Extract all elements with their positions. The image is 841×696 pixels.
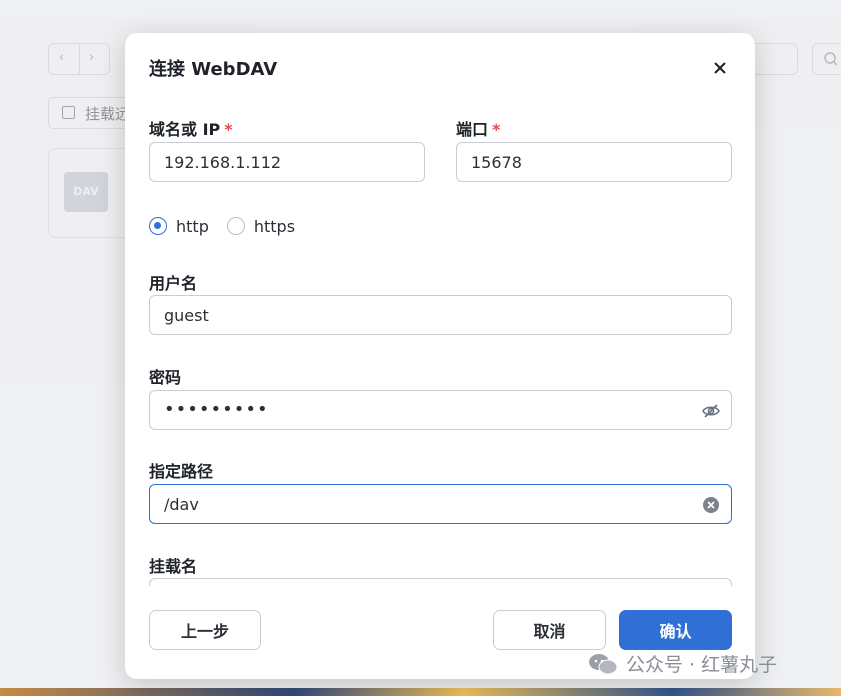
mount-name-clip bbox=[149, 578, 732, 586]
confirm-button[interactable]: 确认 bbox=[619, 610, 732, 650]
host-label-text: 域名或 IP bbox=[149, 120, 221, 139]
password-input[interactable]: ••••••••• bbox=[149, 390, 732, 430]
watermark-text: 公众号 · 红薯丸子 bbox=[626, 654, 778, 676]
radio-https-label[interactable]: https bbox=[254, 217, 295, 236]
port-input-value: 15678 bbox=[471, 153, 522, 172]
radio-https[interactable] bbox=[226, 217, 245, 235]
clear-path-button[interactable] bbox=[701, 495, 721, 515]
background-search-button bbox=[812, 43, 841, 75]
webdav-connect-dialog: 连接 WebDAV 域名或 IP * 192.168.1.112 端口 * 1567… bbox=[125, 33, 755, 679]
port-input[interactable]: 15678 bbox=[456, 142, 732, 182]
host-input-value: 192.168.1.112 bbox=[164, 153, 282, 172]
password-label: 密码 bbox=[149, 368, 182, 387]
search-icon bbox=[824, 52, 838, 66]
close-icon bbox=[714, 62, 726, 74]
background-search-box bbox=[750, 43, 798, 75]
username-label: 用户名 bbox=[149, 274, 198, 293]
dialog-title: 连接 WebDAV bbox=[149, 59, 278, 80]
host-label: 域名或 IP * bbox=[149, 116, 233, 140]
folder-plus-icon bbox=[62, 106, 75, 119]
background-side-tab bbox=[0, 236, 12, 274]
port-label: 端口 * bbox=[456, 116, 500, 140]
path-label: 指定路径 bbox=[149, 462, 214, 481]
prev-step-button[interactable]: 上一步 bbox=[149, 610, 261, 650]
radio-http-label[interactable]: http bbox=[176, 217, 209, 236]
clear-circle-icon bbox=[703, 497, 719, 513]
username-input-value: guest bbox=[164, 306, 209, 325]
port-required-mark: * bbox=[492, 120, 501, 139]
protocol-radio-group: http https bbox=[149, 216, 313, 236]
nav-divider bbox=[79, 44, 80, 74]
watermark: 公众号 · 红薯丸子 bbox=[588, 650, 777, 677]
password-input-value: ••••••••• bbox=[164, 399, 269, 420]
mount-name-input[interactable] bbox=[149, 578, 732, 586]
background-mount-label: 挂载远 bbox=[85, 105, 131, 123]
background-nav-buttons: ‹ › bbox=[48, 43, 110, 75]
close-button[interactable] bbox=[707, 55, 733, 81]
host-input[interactable]: 192.168.1.112 bbox=[149, 142, 425, 182]
webdav-server-icon: DAV bbox=[64, 172, 108, 212]
chevron-left-icon: ‹ bbox=[59, 50, 65, 65]
host-required-mark: * bbox=[224, 120, 233, 139]
cancel-button[interactable]: 取消 bbox=[493, 610, 606, 650]
path-input-value: /dav bbox=[164, 495, 199, 514]
wechat-icon bbox=[589, 653, 618, 674]
toggle-password-visibility-button[interactable] bbox=[701, 401, 721, 421]
mount-name-label: 挂载名 bbox=[149, 557, 198, 576]
username-input[interactable]: guest bbox=[149, 295, 732, 335]
background-top-bar bbox=[0, 0, 841, 20]
path-input[interactable]: /dav bbox=[149, 484, 732, 524]
eye-slash-icon bbox=[702, 404, 720, 418]
port-label-text: 端口 bbox=[456, 120, 489, 139]
chevron-right-icon: › bbox=[89, 50, 95, 65]
radio-http[interactable] bbox=[149, 217, 167, 235]
desktop-wallpaper-strip bbox=[0, 688, 841, 696]
